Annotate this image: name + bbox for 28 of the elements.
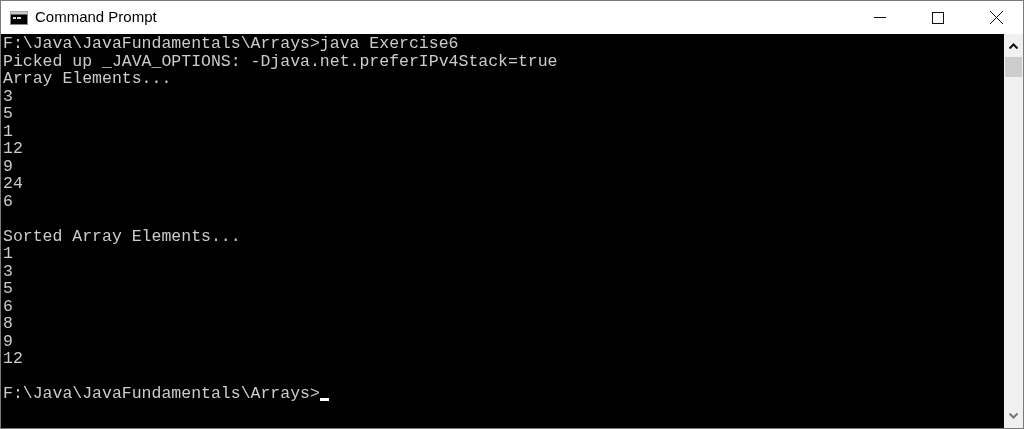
console-line: 5 bbox=[3, 105, 13, 123]
console-line: 24 bbox=[3, 175, 23, 193]
window-title: Command Prompt bbox=[35, 7, 157, 28]
scroll-up-icon[interactable] bbox=[1009, 43, 1018, 49]
console-line: Sorted Array Elements... bbox=[3, 227, 241, 245]
console-line: 3 bbox=[3, 262, 13, 280]
console-line: 12 bbox=[3, 350, 23, 368]
console-line: 6 bbox=[3, 192, 13, 210]
console-app-icon bbox=[10, 10, 28, 25]
console-line: 6 bbox=[3, 297, 13, 315]
console-line: 8 bbox=[3, 315, 13, 333]
console-line: 9 bbox=[3, 157, 13, 175]
minimize-icon bbox=[874, 17, 886, 18]
scroll-down-icon[interactable] bbox=[1009, 413, 1018, 419]
command-prompt: F:\Java\JavaFundamentals\Arrays> bbox=[3, 385, 320, 403]
console-line: 3 bbox=[3, 87, 13, 105]
console-line: F:\Java\JavaFundamentals\Arrays>java Exercise6 bbox=[3, 35, 459, 53]
close-icon bbox=[989, 11, 1003, 24]
console-line: Picked up _JAVA_OPTIONS: -Djava.net.preferIPv4Stack=true bbox=[3, 52, 558, 70]
console-line: Array Elements... bbox=[3, 70, 172, 88]
console-line: 9 bbox=[3, 332, 13, 350]
scrollbar-thumb[interactable] bbox=[1005, 57, 1022, 77]
maximize-icon bbox=[932, 11, 944, 24]
vertical-scrollbar[interactable] bbox=[1004, 34, 1023, 428]
console-line: 12 bbox=[3, 140, 23, 158]
console-line: 5 bbox=[3, 280, 13, 298]
console-line: 1 bbox=[3, 122, 13, 140]
console-line: 1 bbox=[3, 245, 13, 263]
